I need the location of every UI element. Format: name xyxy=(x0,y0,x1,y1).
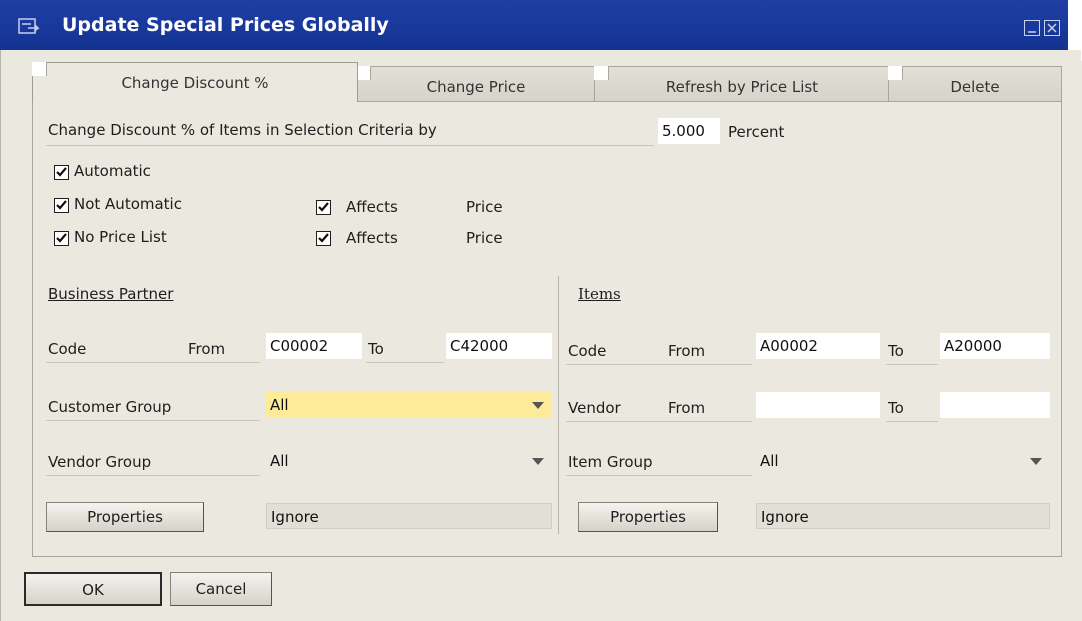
customer-group-underline xyxy=(46,420,260,421)
bp-code-from-field[interactable]: C00002 xyxy=(266,333,362,359)
affects-price-checkbox-2[interactable] xyxy=(316,231,331,246)
automatic-label: Automatic xyxy=(74,162,151,180)
tab-label: Refresh by Price List xyxy=(665,78,819,96)
bp-to-label: To xyxy=(368,340,384,358)
tab-label: Change Discount % xyxy=(121,74,269,92)
vendor-to-underline xyxy=(886,421,938,422)
vendor-label: Vendor xyxy=(568,399,621,417)
vendor-group-label: Vendor Group xyxy=(48,453,152,471)
vendor-from-label: From xyxy=(668,399,706,417)
tab-label: Delete xyxy=(950,78,1000,96)
form-icon xyxy=(18,18,40,36)
tab-change-price[interactable]: Change Price xyxy=(356,66,596,102)
not-automatic-checkbox[interactable] xyxy=(54,198,69,213)
bp-code-to-field[interactable]: C42000 xyxy=(446,333,552,359)
ok-button[interactable]: OK xyxy=(24,572,162,606)
vendor-group-dropdown[interactable]: All xyxy=(266,448,552,474)
window-title: Update Special Prices Globally xyxy=(62,14,389,36)
item-from-label: From xyxy=(668,342,706,360)
close-icon[interactable] xyxy=(1044,20,1060,36)
customer-group-value: All xyxy=(270,396,289,414)
item-code-label: Code xyxy=(568,342,607,360)
bp-code-label: Code xyxy=(48,340,87,358)
title-bar-background: Update Special Prices Globally xyxy=(0,0,1082,50)
item-group-value: All xyxy=(760,452,779,470)
discount-label-underline xyxy=(46,145,654,146)
item-group-underline xyxy=(566,475,752,476)
item-code-from-field[interactable]: A00002 xyxy=(756,333,880,359)
item-to-underline xyxy=(886,364,938,365)
vendor-group-value: All xyxy=(270,452,289,470)
minimize-icon[interactable] xyxy=(1024,20,1040,36)
tab-label: Change Price xyxy=(426,78,526,96)
affects-label-1: Affects xyxy=(346,198,398,216)
customer-group-dropdown[interactable]: All xyxy=(266,392,552,418)
items-heading: Items xyxy=(578,285,621,303)
vendor-to-field[interactable] xyxy=(940,392,1050,418)
discount-percent-field[interactable]: 5.000 xyxy=(658,118,720,144)
chevron-down-icon[interactable] xyxy=(1030,458,1042,465)
business-partner-heading: Business Partner xyxy=(48,285,174,303)
item-to-label: To xyxy=(888,342,904,360)
no-price-list-label: No Price List xyxy=(74,228,167,246)
button-label: OK xyxy=(82,581,104,599)
button-label: Cancel xyxy=(195,580,247,598)
tab-refresh-by-price-list[interactable]: Refresh by Price List xyxy=(594,66,890,102)
vendor-group-underline xyxy=(46,475,260,476)
bp-properties-button[interactable]: Properties xyxy=(46,502,204,532)
vendor-to-label: To xyxy=(888,399,904,417)
percent-label: Percent xyxy=(728,123,785,141)
item-properties-button[interactable]: Properties xyxy=(578,502,718,532)
bp-code-underline xyxy=(46,362,260,363)
chevron-down-icon[interactable] xyxy=(532,458,544,465)
tab-panel xyxy=(32,101,1062,557)
section-divider xyxy=(558,276,559,534)
not-automatic-label: Not Automatic xyxy=(74,195,182,213)
automatic-checkbox[interactable] xyxy=(54,165,69,180)
customer-group-label: Customer Group xyxy=(48,398,172,416)
item-code-underline xyxy=(566,364,752,365)
affects-price-label-1: Price xyxy=(466,198,503,216)
bp-to-underline xyxy=(366,362,444,363)
affects-price-checkbox-1[interactable] xyxy=(316,200,331,215)
item-properties-value: Ignore xyxy=(756,503,1050,529)
chevron-down-icon[interactable] xyxy=(532,402,544,409)
tab-change-discount[interactable]: Change Discount % xyxy=(32,62,358,102)
cancel-button[interactable]: Cancel xyxy=(170,572,272,606)
bp-from-label: From xyxy=(188,340,226,358)
vendor-underline xyxy=(566,421,752,422)
bp-properties-value: Ignore xyxy=(266,503,552,529)
affects-label-2: Affects xyxy=(346,229,398,247)
vendor-from-field[interactable] xyxy=(756,392,880,418)
button-label: Properties xyxy=(87,508,163,526)
button-label: Properties xyxy=(610,508,686,526)
item-group-label: Item Group xyxy=(568,453,653,471)
no-price-list-checkbox[interactable] xyxy=(54,231,69,246)
discount-label: Change Discount % of Items in Selection … xyxy=(48,121,437,139)
affects-price-label-2: Price xyxy=(466,229,503,247)
item-code-to-field[interactable]: A20000 xyxy=(940,333,1050,359)
tab-delete[interactable]: Delete xyxy=(888,66,1062,102)
item-group-dropdown[interactable]: All xyxy=(756,448,1050,474)
